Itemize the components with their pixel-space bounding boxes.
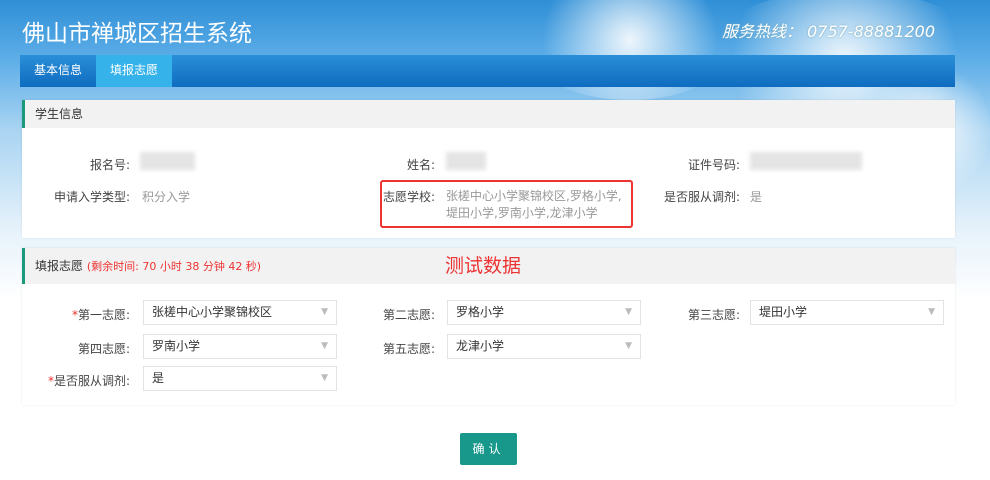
selected-value: 罗南小学 xyxy=(152,339,201,353)
pref1-select[interactable]: 张槎中心小学聚锦校区 ▼ xyxy=(143,300,337,325)
tab-fill-preferences[interactable]: 填报志愿 xyxy=(96,55,173,87)
pref5-select[interactable]: 龙津小学 ▼ xyxy=(447,334,641,359)
remaining-time: (剩余时间: 70 小时 38 分钟 42 秒) xyxy=(86,260,262,273)
app-title: 佛山市禅城区招生系统 xyxy=(22,21,252,47)
chevron-down-icon: ▼ xyxy=(928,307,935,317)
chevron-down-icon: ▼ xyxy=(321,373,328,383)
selected-value: 罗格小学 xyxy=(456,305,505,319)
preferences-panel: 填报志愿 (剩余时间: 70 小时 38 分钟 42 秒) 测试数据 *第一志愿… xyxy=(22,248,955,405)
main-nav: 基本信息 填报志愿 xyxy=(20,55,955,87)
label-text: 是否服从调剂: xyxy=(53,374,130,388)
name-label: 姓名: xyxy=(406,158,435,172)
chevron-down-icon: ▼ xyxy=(625,307,632,317)
selected-value: 是 xyxy=(152,371,165,385)
chevron-down-icon: ▼ xyxy=(321,307,328,317)
pref3-select[interactable]: 堤田小学 ▼ xyxy=(750,300,944,325)
type-label: 申请入学类型: xyxy=(53,190,130,204)
adjust-label: 是否服从调剂: xyxy=(663,190,740,204)
label-text: 第一志愿: xyxy=(77,308,130,322)
pref4-label: 第四志愿: xyxy=(77,342,130,356)
section-title: 填报志愿 xyxy=(35,259,84,273)
pref5-label: 第五志愿: xyxy=(382,342,435,356)
pref4-select[interactable]: 罗南小学 ▼ xyxy=(143,334,337,359)
pref3-label: 第三志愿: xyxy=(687,308,740,322)
schools-label: 志愿学校: xyxy=(382,190,435,204)
name-value-redacted xyxy=(446,152,486,170)
selected-value: 张槎中心小学聚锦校区 xyxy=(152,305,273,319)
chevron-down-icon: ▼ xyxy=(625,341,632,351)
schools-value: 张槎中心小学聚锦校区,罗格小学,堤田小学,罗南小学,龙津小学 xyxy=(446,189,622,220)
chevron-down-icon: ▼ xyxy=(321,341,328,351)
adjust-select[interactable]: 是 ▼ xyxy=(143,366,337,391)
adjust-select-label: *是否服从调剂: xyxy=(48,372,130,389)
confirm-button[interactable]: 确认 xyxy=(460,433,517,465)
adjust-value: 是 xyxy=(750,190,763,204)
test-data-annotation: 测试数据 xyxy=(445,255,522,277)
tab-basic-info[interactable]: 基本信息 xyxy=(20,55,96,87)
pref1-label: *第一志愿: xyxy=(72,306,130,323)
pref2-label: 第二志愿: xyxy=(382,308,435,322)
reg-no-label: 报名号: xyxy=(89,158,130,172)
student-info-panel: 学生信息 报名号: 姓名: 证件号码: 申请入学类型: 积分入学 志愿学校: 张… xyxy=(22,100,955,238)
id-label: 证件号码: xyxy=(687,158,740,172)
pref2-select[interactable]: 罗格小学 ▼ xyxy=(447,300,641,325)
selected-value: 堤田小学 xyxy=(759,305,808,319)
id-value-redacted xyxy=(750,152,862,170)
selected-value: 龙津小学 xyxy=(456,339,505,353)
reg-no-value-redacted xyxy=(140,152,195,170)
service-hotline: 服务热线： 0757-88881200 xyxy=(722,22,936,41)
type-value: 积分入学 xyxy=(142,190,191,204)
panel-header: 学生信息 xyxy=(22,100,955,128)
panel-header: 填报志愿 (剩余时间: 70 小时 38 分钟 42 秒) 测试数据 xyxy=(22,248,955,284)
